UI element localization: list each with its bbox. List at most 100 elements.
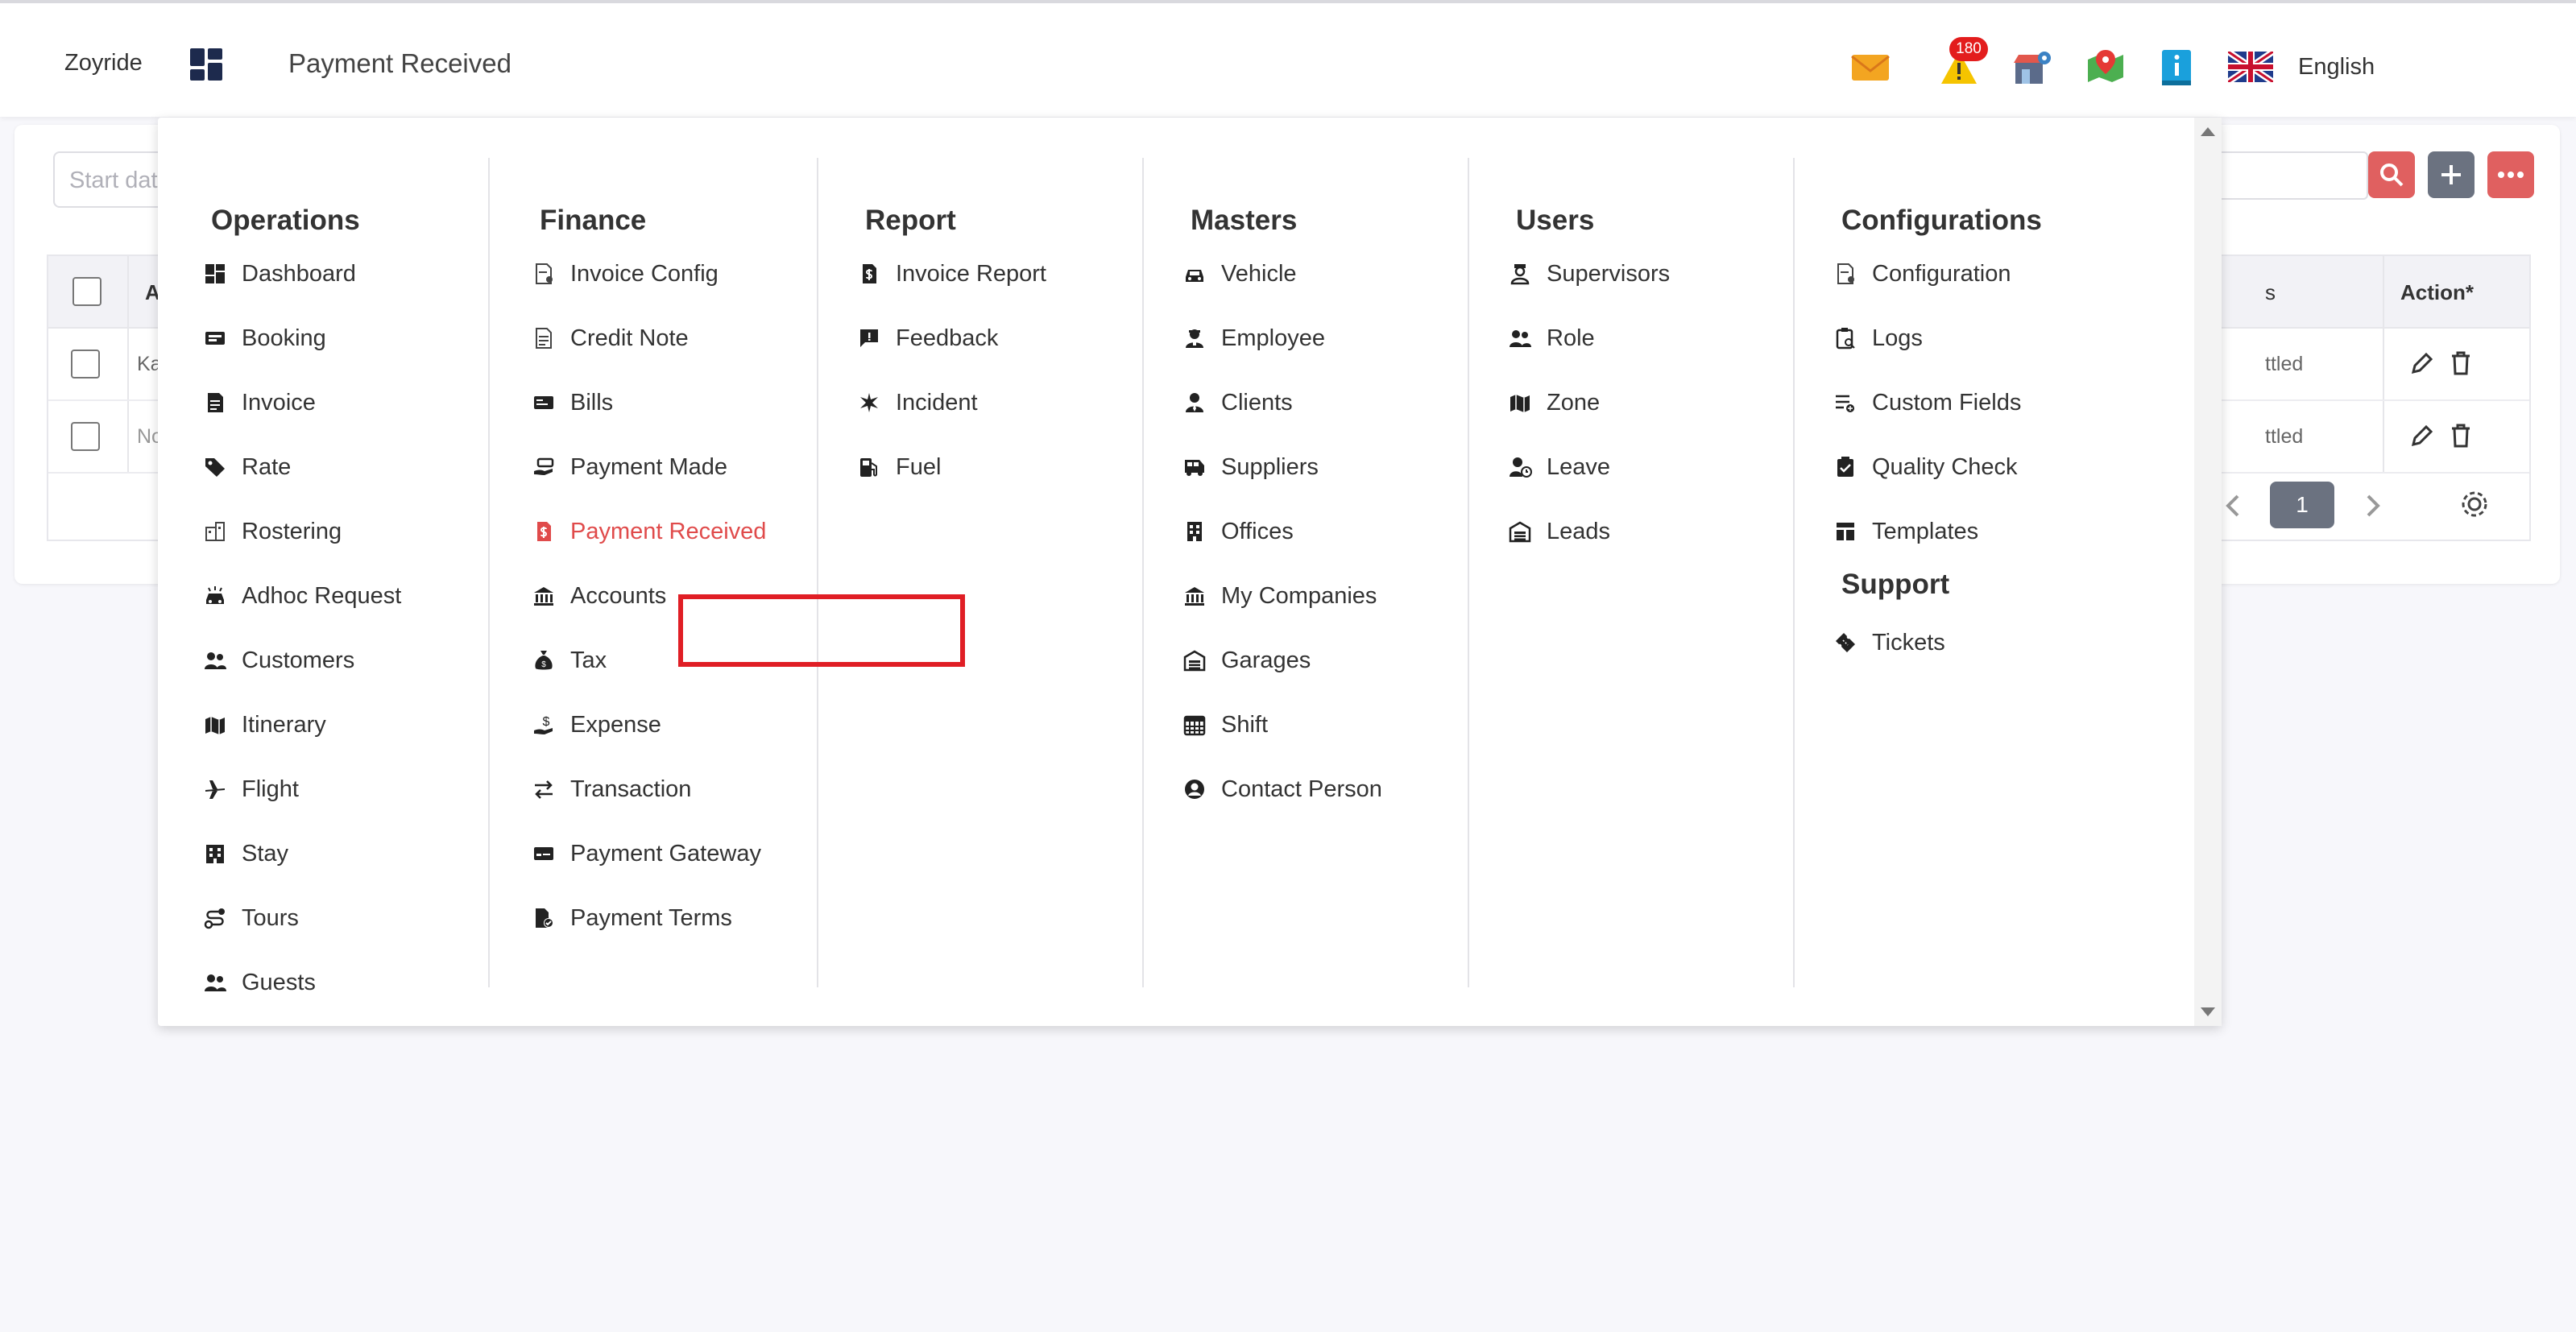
menu-item-invoice-config[interactable]: Invoice Config [532,250,719,298]
menu-item-shift[interactable]: Shift [1182,701,1268,749]
menu-item-my-companies[interactable]: My Companies [1182,572,1377,620]
menu-item-label: Zone [1547,389,1601,416]
menu-item-guests[interactable]: Guests [203,958,316,1007]
search-button[interactable] [2368,151,2415,198]
apps-grid-icon[interactable] [188,47,224,82]
menu-item-stay[interactable]: Stay [203,829,288,878]
menu-item-quality-check[interactable]: Quality Check [1833,443,2018,491]
menu-item-label: Payment Made [570,453,728,480]
menu-item-rostering[interactable]: Rostering [203,507,342,556]
menu-item-booking[interactable]: Booking [203,314,326,362]
office-icon [1187,522,1202,541]
menu-item-fuel[interactable]: Fuel [857,443,941,491]
feedback-icon [860,329,878,347]
select-all-checkbox[interactable] [72,277,101,306]
menu-item-tickets[interactable]: Tickets [1833,618,1945,667]
menu-item-contact-person[interactable]: Contact Person [1182,765,1382,813]
menu-item-flight[interactable]: Flight [203,765,299,813]
menu-item-transaction[interactable]: Transaction [532,765,691,813]
scroll-up-arrow-icon[interactable] [2201,127,2215,136]
store-location-icon[interactable] [2011,47,2052,89]
delete-trash-icon[interactable] [2449,350,2473,377]
current-page-button[interactable]: 1 [2270,482,2334,528]
bill-icon [534,396,553,409]
menu-item-garages[interactable]: Garages [1182,636,1311,685]
edit-pencil-icon[interactable] [2408,422,2436,449]
menu-item-invoice-report[interactable]: Invoice Report [857,250,1046,298]
menu-item-clients[interactable]: Clients [1182,379,1293,427]
menu-item-rate[interactable]: Rate [203,443,291,491]
menu-item-adhoc-request[interactable]: Adhoc Request [203,572,401,620]
menu-item-configuration[interactable]: Configuration [1833,250,2011,298]
menu-item-zone[interactable]: Zone [1508,379,1600,427]
client-icon [1186,393,1203,412]
language-selector[interactable]: English [2298,54,2375,81]
menu-item-payment-gateway[interactable]: Payment Gateway [532,829,761,878]
list-add-icon [1836,395,1854,412]
edit-pencil-icon[interactable] [2408,350,2436,377]
menu-item-logs[interactable]: Logs [1833,314,1923,362]
menu-item-label: Leads [1547,518,1611,544]
menu-item-label: Vehicle [1221,260,1297,287]
menu-item-invoice[interactable]: Invoice [203,379,316,427]
menu-item-dashboard[interactable]: Dashboard [203,250,356,298]
menu-item-feedback[interactable]: Feedback [857,314,998,362]
menu-item-vehicle[interactable]: Vehicle [1182,250,1297,298]
menu-item-label: Tax [570,647,607,673]
menu-column-title: Masters [1191,205,1298,236]
menu-column-report: Report Invoice Report Feedback Incident Fuel [812,158,1144,987]
menu-item-label: Expense [570,711,661,738]
invoice-icon [208,393,223,412]
menu-item-label: Invoice [242,389,316,416]
menu-item-employee[interactable]: Employee [1182,314,1325,362]
map-pin-icon[interactable] [2085,47,2127,89]
rostering-icon [205,522,225,541]
table-settings-gear-icon[interactable] [2458,488,2491,520]
menu-item-tax[interactable]: $ Tax [532,636,607,685]
doc-check-icon [536,908,553,928]
menu-item-expense[interactable]: $ Expense [532,701,661,749]
menu-item-label: Garages [1221,647,1311,673]
row-checkbox[interactable] [71,350,100,379]
menu-item-label: Payment Gateway [570,840,761,867]
mail-icon[interactable] [1849,47,1891,89]
menu-item-templates[interactable]: Templates [1833,507,1978,556]
row-checkbox[interactable] [71,422,100,451]
menu-item-payment-made[interactable]: Payment Made [532,443,727,491]
active-item-highlight-box [678,594,965,667]
menu-item-custom-fields[interactable]: Custom Fields [1833,379,2021,427]
prev-page-chevron-icon[interactable] [2222,491,2246,520]
menu-item-credit-note[interactable]: Credit Note [532,314,689,362]
menu-column-title: Configurations [1841,205,2042,236]
mega-menu-dropdown: Operations Dashboard Booking Invoice Rate Ros… [158,118,2222,1026]
uk-flag-icon[interactable] [2228,52,2273,82]
scroll-down-arrow-icon[interactable] [2201,1007,2215,1016]
delete-trash-icon[interactable] [2449,422,2473,449]
menu-item-role[interactable]: Role [1508,314,1595,362]
menu-item-incident[interactable]: Incident [857,379,978,427]
menu-item-customers[interactable]: Customers [203,636,354,685]
menu-item-tours[interactable]: Tours [203,894,299,942]
next-page-chevron-icon[interactable] [2360,491,2384,520]
more-dots-icon [2498,172,2524,178]
page-title: Payment Received [288,48,511,78]
menu-item-offices[interactable]: Offices [1182,507,1294,556]
brand-name[interactable]: Zoyride [64,50,143,77]
dollar-doc-icon [863,264,876,283]
menu-item-payment-terms[interactable]: Payment Terms [532,894,732,942]
menu-item-supervisors[interactable]: Supervisors [1508,250,1670,298]
menu-item-itinerary[interactable]: Itinerary [203,701,326,749]
search-icon [2380,163,2404,187]
menu-item-accounts[interactable]: Accounts [532,572,666,620]
menu-item-bills[interactable]: Bills [532,379,613,427]
more-options-button[interactable] [2487,151,2534,198]
people-icon [205,974,226,991]
calendar-icon [1183,715,1206,736]
menu-item-payment-received[interactable]: Payment Received [532,507,766,556]
add-button[interactable] [2428,151,2475,198]
menu-scrollbar[interactable] [2194,118,2222,1026]
guide-book-icon[interactable] [2156,47,2197,89]
menu-item-leave[interactable]: Leave [1508,443,1610,491]
menu-item-suppliers[interactable]: Suppliers [1182,443,1319,491]
menu-item-leads[interactable]: Leads [1508,507,1610,556]
